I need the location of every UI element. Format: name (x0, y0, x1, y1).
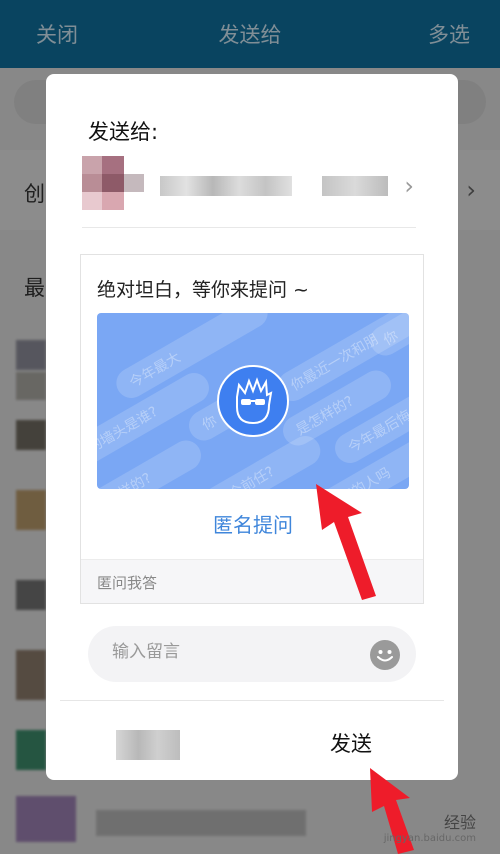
message-field-container (88, 626, 416, 682)
anonymous-question-label: 匿名提问 (213, 513, 293, 537)
watermark-url: jingyan.baidu.com (383, 833, 476, 844)
mascot-icon (217, 365, 289, 437)
card-footer: 匿问我答 (81, 559, 423, 603)
card-banner-image: 今年最大 你最近一次和朋 你 的墙头是谁? 你 是怎样的? 今年最后悔 怎样的?… (97, 313, 409, 489)
dialog-title: 发送给: (88, 120, 159, 144)
card-source-label: 匿问我答 (97, 574, 158, 592)
anonymous-question-button[interactable]: 匿名提问 (81, 509, 425, 538)
avatar (82, 156, 146, 212)
send-to-dialog: 发送给: › 绝对坦白，等你来提问 ~ 今年最大 你最近一次和朋 你 的墙头是谁… (46, 74, 458, 780)
share-card[interactable]: 绝对坦白，等你来提问 ~ 今年最大 你最近一次和朋 你 的墙头是谁? 你 是怎样… (80, 254, 424, 604)
divider (60, 700, 444, 701)
watermark: 经验 jingyan.baidu.com (384, 809, 476, 844)
message-input[interactable] (112, 642, 352, 662)
cancel-button-blurred[interactable] (116, 730, 180, 760)
recipient-extra-blurred (322, 176, 388, 196)
recipient-name-blurred (160, 176, 292, 196)
emoji-icon[interactable] (370, 640, 400, 670)
chevron-right-icon: › (404, 172, 414, 200)
card-title: 绝对坦白，等你来提问 ~ (97, 279, 309, 301)
send-button[interactable]: 发送 (330, 728, 372, 758)
recipient-row[interactable]: › (82, 156, 416, 228)
watermark-logo-text: 经验 (443, 813, 476, 832)
